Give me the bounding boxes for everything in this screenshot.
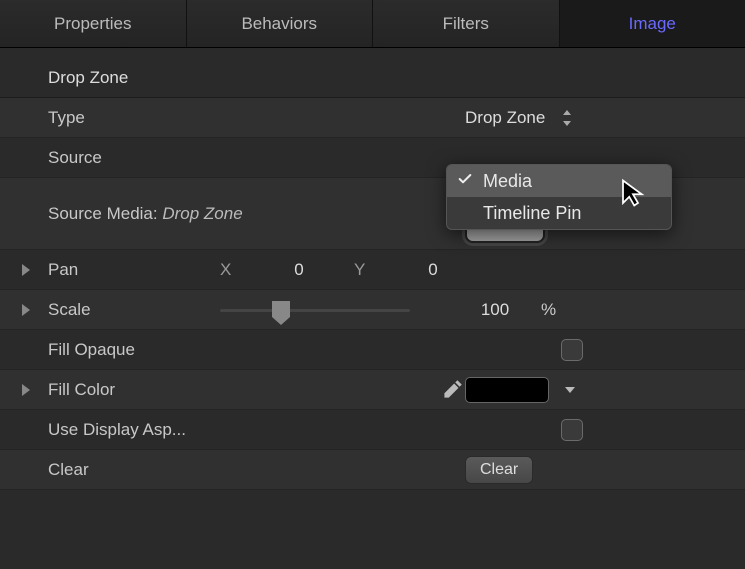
scale-unit: % xyxy=(541,300,556,320)
eyedropper-icon[interactable] xyxy=(439,377,465,403)
source-label: Source xyxy=(20,148,220,168)
fill-color-row: Fill Color xyxy=(0,370,745,410)
fill-opaque-row: Fill Opaque xyxy=(0,330,745,370)
tab-image-label: Image xyxy=(629,14,676,34)
clear-button[interactable]: Clear xyxy=(465,456,533,484)
use-display-aspect-checkbox[interactable] xyxy=(561,419,583,441)
type-value: Drop Zone xyxy=(465,108,545,128)
scale-value[interactable]: 100 xyxy=(465,300,525,320)
clear-row: Clear Clear xyxy=(0,450,745,490)
tab-filters-label: Filters xyxy=(443,14,489,34)
clear-label: Clear xyxy=(20,460,220,480)
pan-y-value[interactable]: 0 xyxy=(388,260,478,280)
source-media-label: Source Media: xyxy=(48,204,162,223)
tab-properties-label: Properties xyxy=(54,14,131,34)
updown-icon xyxy=(561,110,573,126)
source-popup-menu: Media Timeline Pin xyxy=(446,164,672,230)
pan-x-label: X xyxy=(220,260,244,280)
menu-item-media[interactable]: Media xyxy=(447,165,671,197)
inspector-tabs: Properties Behaviors Filters Image xyxy=(0,0,745,48)
source-media-value: Drop Zone xyxy=(162,204,242,223)
fill-opaque-checkbox[interactable] xyxy=(561,339,583,361)
menu-item-timeline-pin[interactable]: Timeline Pin xyxy=(447,197,671,229)
image-inspector-panel: Drop Zone Type Drop Zone Source Source M… xyxy=(0,48,745,490)
pan-label: Pan xyxy=(20,260,220,280)
scale-slider[interactable] xyxy=(220,303,410,317)
checkmark-icon xyxy=(457,171,473,192)
scale-row: Scale 100 % xyxy=(0,290,745,330)
chevron-down-icon[interactable] xyxy=(565,387,575,393)
fill-color-well[interactable] xyxy=(465,377,549,403)
scale-label: Scale xyxy=(20,300,220,320)
section-header: Drop Zone xyxy=(0,58,745,98)
type-popup[interactable]: Drop Zone xyxy=(465,108,725,128)
disclosure-triangle-icon[interactable] xyxy=(22,264,30,276)
pan-row: Pan X 0 Y 0 xyxy=(0,250,745,290)
use-display-aspect-row: Use Display Asp... xyxy=(0,410,745,450)
fill-color-label: Fill Color xyxy=(20,380,220,400)
use-display-aspect-label: Use Display Asp... xyxy=(20,420,280,440)
tab-filters[interactable]: Filters xyxy=(373,0,560,47)
pan-y-label: Y xyxy=(354,260,378,280)
tab-image[interactable]: Image xyxy=(560,0,745,47)
tab-properties[interactable]: Properties xyxy=(0,0,187,47)
tab-behaviors[interactable]: Behaviors xyxy=(187,0,374,47)
clear-button-label: Clear xyxy=(480,461,518,478)
disclosure-triangle-icon[interactable] xyxy=(22,384,30,396)
menu-item-timeline-pin-label: Timeline Pin xyxy=(483,203,581,224)
section-title: Drop Zone xyxy=(20,68,220,88)
tab-behaviors-label: Behaviors xyxy=(241,14,317,34)
pan-x-value[interactable]: 0 xyxy=(254,260,344,280)
fill-opaque-label: Fill Opaque xyxy=(20,340,220,360)
menu-item-media-label: Media xyxy=(483,171,532,192)
source-media-label-wrap: Source Media: Drop Zone xyxy=(20,204,320,224)
slider-track xyxy=(220,309,410,312)
slider-thumb[interactable] xyxy=(272,301,290,317)
type-row: Type Drop Zone xyxy=(0,98,745,138)
type-label: Type xyxy=(20,108,220,128)
disclosure-triangle-icon[interactable] xyxy=(22,304,30,316)
